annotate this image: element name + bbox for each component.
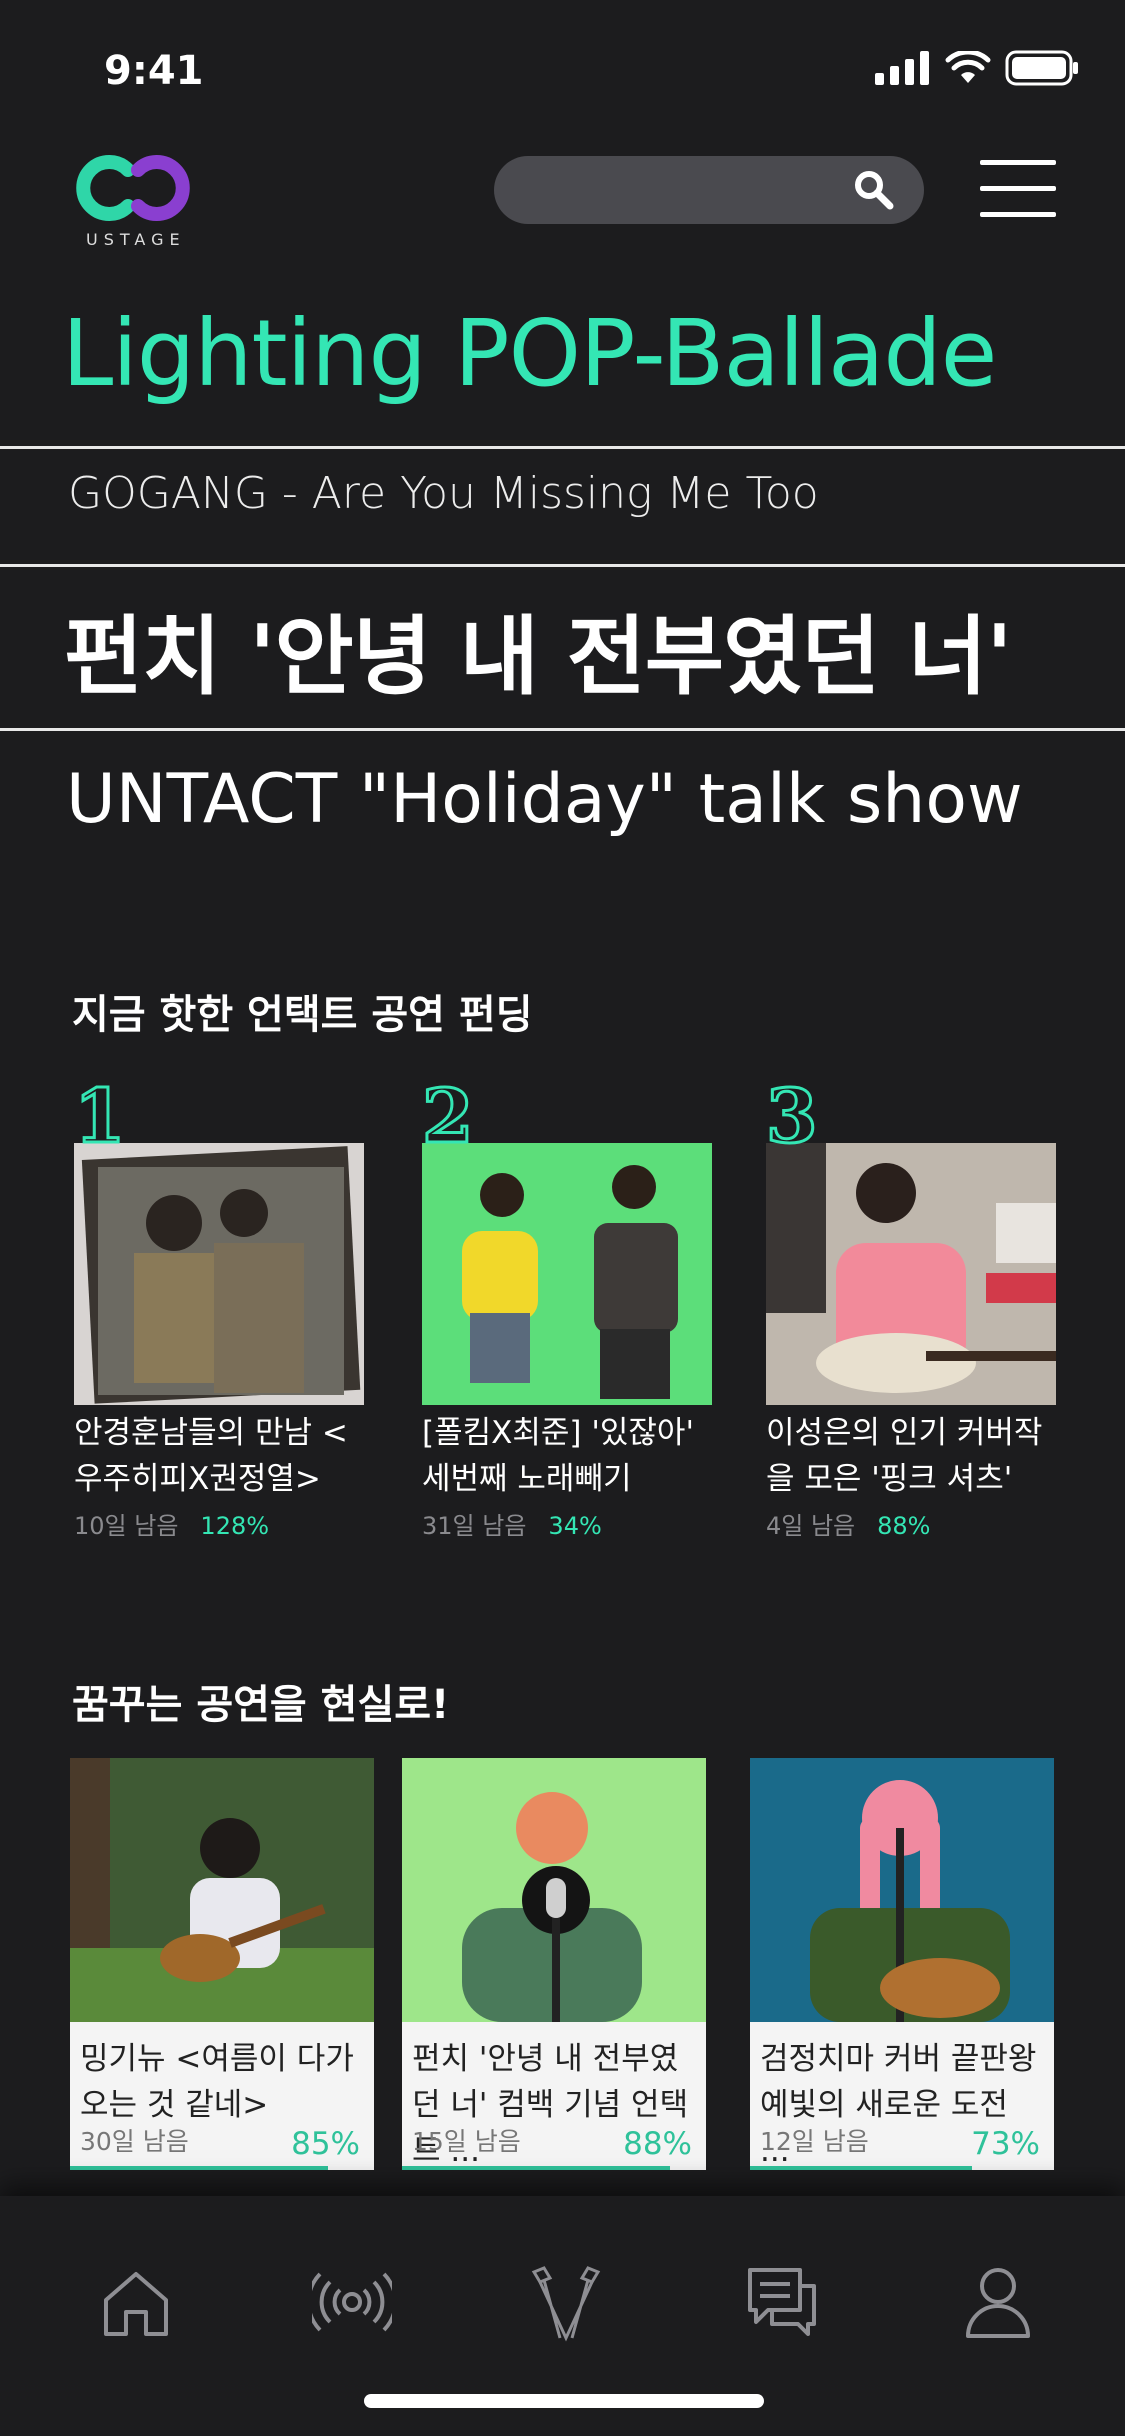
home-icon <box>104 2272 168 2336</box>
tab-profile[interactable] <box>958 2262 1038 2342</box>
funding-info: 검정치마 커버 끝판왕 예빛의 새로운 도전 ... 12일 남음 73% <box>750 2022 1054 2170</box>
rolling-headline-3[interactable]: UNTACT "Holiday" talk show <box>66 760 1023 839</box>
funding-info: 펀치 '안녕 내 전부였던 너' 컴백 기념 언택트 ... 15일 남음 88… <box>402 2022 706 2170</box>
dream-section-title: 꿈꾸는 공연을 현실로! <box>72 1682 450 1728</box>
status-time: 9:41 <box>104 48 204 94</box>
chat-icon <box>748 2268 816 2336</box>
profile-icon <box>966 2268 1030 2338</box>
funding-progress-bar <box>750 2166 972 2170</box>
funding-percent: 88% <box>877 1512 931 1540</box>
funding-progress-bar <box>70 2166 329 2170</box>
trending-title: [폴킴X최준] '있잖아' 세번째 노래빼기 <box>422 1415 694 1497</box>
status-icons <box>875 50 1079 86</box>
wifi-icon <box>945 51 991 83</box>
ustage-logo[interactable]: USTAGE <box>76 148 196 260</box>
trending-meta: 31일 남음 34% <box>422 1506 602 1541</box>
funding-card[interactable]: 밍기뉴 <여름이 다가오는 것 같네> 30일 남음 85% <box>70 1758 374 2170</box>
days-left: 30일 남음 <box>80 2127 189 2156</box>
singer-guitar-stage-photo[interactable] <box>750 1758 1054 2022</box>
duo-singing-photo[interactable] <box>422 1143 712 1405</box>
trending-meta: 10일 남음 128% <box>74 1506 269 1541</box>
funding-percent: 34% <box>548 1512 602 1540</box>
funding-percent: 73% <box>971 2126 1040 2162</box>
signal-icon <box>875 51 929 85</box>
tab-chat[interactable] <box>742 2262 822 2342</box>
rank-number: 3 <box>765 1074 819 1160</box>
rolling-headline-1[interactable]: GOGANG - Are You Missing Me Too <box>68 468 819 519</box>
search-input[interactable] <box>494 156 924 224</box>
battery-icon <box>1005 50 1078 86</box>
menu-line <box>980 160 1056 165</box>
hero-title[interactable]: Lighting POP-Ballade <box>62 300 997 407</box>
ukulele-in-grass-photo[interactable] <box>70 1758 374 2022</box>
trending-title: 이성은의 인기 커버작을 모은 '핑크 셔츠' <box>766 1415 1043 1497</box>
divider <box>0 446 1125 449</box>
funding-title: 밍기뉴 <여름이 다가오는 것 같네> <box>80 2041 354 2123</box>
guitar-player-photo[interactable] <box>766 1143 1056 1405</box>
spotlight-icon <box>531 2266 601 2342</box>
funding-percent: 85% <box>291 2126 360 2162</box>
tab-live[interactable] <box>306 2262 398 2342</box>
tab-home[interactable] <box>96 2262 176 2342</box>
hamburger-menu-button[interactable] <box>980 160 1056 220</box>
funding-percent: 128% <box>200 1512 270 1540</box>
logo-text: USTAGE <box>86 230 186 249</box>
days-left: 15일 남음 <box>412 2127 521 2156</box>
home-indicator[interactable] <box>364 2394 764 2408</box>
days-left: 31일 남음 <box>422 1512 527 1540</box>
tab-stage[interactable] <box>526 2262 606 2342</box>
funding-progress-bar <box>402 2166 670 2170</box>
divider <box>0 564 1125 567</box>
trending-title: 안경훈남들의 만남 <우주히피X권정열> <box>74 1415 348 1497</box>
rolling-headline-2[interactable]: 펀치 '안녕 내 전부였던 너' <box>64 586 1013 711</box>
menu-line <box>980 186 1056 191</box>
rank-number: 2 <box>421 1074 475 1160</box>
search-icon[interactable] <box>852 168 896 212</box>
funding-percent: 88% <box>623 2126 692 2162</box>
band-photo[interactable] <box>74 1143 364 1405</box>
funding-card[interactable]: 검정치마 커버 끝판왕 예빛의 새로운 도전 ... 12일 남음 73% <box>750 1758 1054 2170</box>
singer-green-screen-photo[interactable] <box>402 1758 706 2022</box>
status-bar: 9:41 <box>0 0 1125 140</box>
app-header: USTAGE <box>0 140 1125 280</box>
days-left: 4일 남음 <box>766 1512 856 1540</box>
days-left: 12일 남음 <box>760 2127 869 2156</box>
logo-mark-icon <box>76 155 190 221</box>
trending-meta: 4일 남음 88% <box>766 1506 930 1541</box>
divider <box>0 728 1125 731</box>
funding-info: 밍기뉴 <여름이 다가오는 것 같네> 30일 남음 85% <box>70 2022 374 2170</box>
days-left: 10일 남음 <box>74 1512 179 1540</box>
rank-number: 1 <box>73 1074 127 1160</box>
trending-section-title: 지금 핫한 언택트 공연 펀딩 <box>72 992 533 1038</box>
broadcast-icon <box>306 2272 398 2332</box>
funding-card[interactable]: 펀치 '안녕 내 전부였던 너' 컴백 기념 언택트 ... 15일 남음 88… <box>402 1758 706 2170</box>
menu-line <box>980 212 1056 217</box>
